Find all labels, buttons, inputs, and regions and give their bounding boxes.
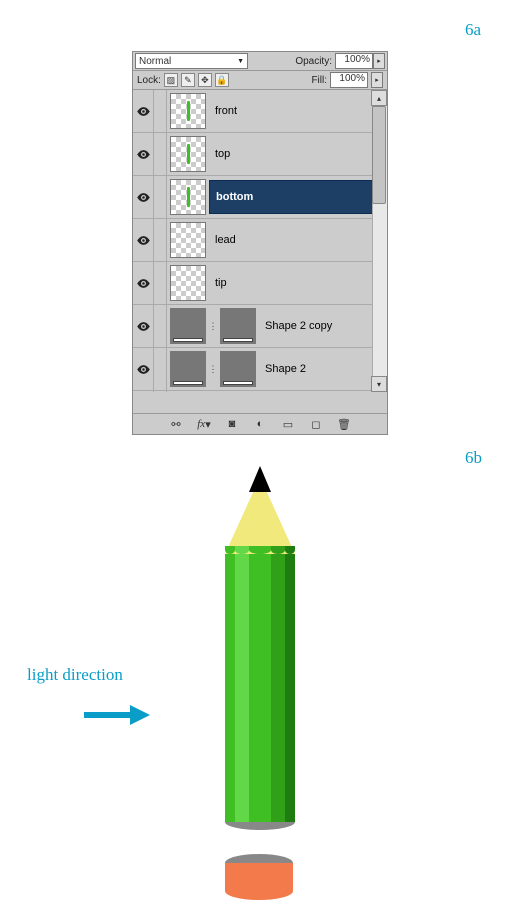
link-cell [154, 262, 167, 304]
fill-label: Fill: [311, 75, 327, 86]
layer-row[interactable]: tip [133, 262, 387, 305]
eye-icon [136, 362, 151, 377]
visibility-toggle[interactable] [133, 176, 154, 218]
opacity-input[interactable]: 100% [335, 53, 373, 69]
link-cell [154, 176, 167, 218]
scrollbar-thumb[interactable] [372, 106, 386, 204]
layer-name[interactable]: lead [209, 224, 387, 256]
layer-name[interactable]: tip [209, 267, 387, 299]
lock-pixels-button[interactable]: ✎ [181, 73, 195, 87]
eye-icon [136, 190, 151, 205]
eye-icon [136, 276, 151, 291]
lock-all-button[interactable]: 🔒 [215, 73, 229, 87]
pencil-illustration [218, 466, 302, 830]
visibility-toggle[interactable] [133, 305, 154, 347]
layer-row[interactable]: front [133, 90, 387, 133]
group-icon[interactable]: ▭ [281, 417, 295, 431]
eye-icon [136, 233, 151, 248]
layer-thumbnail[interactable] [170, 265, 206, 301]
opacity-label: Opacity: [295, 56, 332, 67]
scrollbar-track[interactable]: ▴ ▾ [372, 90, 387, 392]
layer-row[interactable] [133, 391, 387, 392]
layers-list: front top bottom lead tip [133, 90, 387, 392]
fill-flyout-button[interactable]: ▸ [371, 72, 383, 88]
layer-thumbnail[interactable] [170, 308, 206, 344]
layer-row[interactable]: top [133, 133, 387, 176]
link-cell [154, 348, 167, 390]
layer-row[interactable]: bottom [133, 176, 387, 219]
eraser-illustration [225, 854, 293, 900]
light-direction-label: light direction [27, 665, 123, 685]
new-layer-icon[interactable]: ◻ [309, 417, 323, 431]
layer-name[interactable]: top [209, 138, 387, 170]
visibility-toggle[interactable] [133, 348, 154, 390]
link-cell [154, 391, 167, 392]
fill-input[interactable]: 100% [330, 72, 368, 88]
lock-row: Lock: ▨ ✎ ✥ 🔒 Fill: 100% ▸ [133, 71, 387, 90]
visibility-toggle[interactable] [133, 219, 154, 261]
layer-name[interactable]: front [209, 95, 387, 127]
mask-link-icon[interactable]: ⋮ [209, 321, 217, 332]
pencil-scallop [225, 546, 295, 554]
link-layers-icon[interactable]: ⚯ [169, 417, 183, 431]
link-cell [154, 90, 167, 132]
eye-icon [136, 319, 151, 334]
layer-thumbnail[interactable] [170, 136, 206, 172]
step-label-6a: 6a [465, 20, 481, 40]
visibility-toggle[interactable] [133, 90, 154, 132]
layer-name[interactable]: Shape 2 [259, 353, 387, 385]
trash-icon[interactable]: 🗑 [337, 417, 351, 431]
opacity-flyout-button[interactable]: ▸ [373, 53, 385, 69]
panel-header-row: Normal ▼ Opacity: 100% ▸ [133, 52, 387, 71]
chevron-down-icon: ▼ [237, 58, 244, 65]
adjustment-icon[interactable]: ◐ [253, 417, 267, 431]
visibility-toggle[interactable] [133, 391, 154, 392]
layer-thumbnail[interactable] [170, 93, 206, 129]
step-label-6b: 6b [465, 448, 482, 468]
pencil-body [225, 554, 295, 822]
panel-footer: ⚯ fx▾ ◙ ◐ ▭ ◻ 🗑 [133, 413, 387, 434]
visibility-toggle[interactable] [133, 262, 154, 304]
lock-transparency-button[interactable]: ▨ [164, 73, 178, 87]
pencil-wood [225, 492, 295, 554]
visibility-toggle[interactable] [133, 133, 154, 175]
eye-icon [136, 147, 151, 162]
link-cell [154, 219, 167, 261]
vector-mask-thumbnail[interactable] [220, 308, 256, 344]
layer-row[interactable]: ⋮ Shape 2 [133, 348, 387, 391]
link-cell [154, 133, 167, 175]
mask-icon[interactable]: ◙ [225, 417, 239, 431]
lock-label: Lock: [137, 75, 161, 86]
eye-icon [136, 104, 151, 119]
pencil-lead [249, 466, 271, 492]
blend-mode-select[interactable]: Normal ▼ [135, 53, 248, 69]
layer-row[interactable]: lead [133, 219, 387, 262]
layer-thumbnail[interactable] [170, 351, 206, 387]
scroll-down-button[interactable]: ▾ [371, 376, 387, 392]
scroll-up-button[interactable]: ▴ [371, 90, 387, 106]
mask-link-icon[interactable]: ⋮ [209, 364, 217, 375]
fx-icon[interactable]: fx▾ [197, 417, 211, 431]
layer-name[interactable]: Shape 2 copy [259, 310, 387, 342]
layer-thumbnail[interactable] [170, 179, 206, 215]
layer-name[interactable]: bottom [209, 180, 387, 214]
layer-row[interactable]: ⋮ Shape 2 copy [133, 305, 387, 348]
lock-position-button[interactable]: ✥ [198, 73, 212, 87]
link-cell [154, 305, 167, 347]
layer-thumbnail[interactable] [170, 222, 206, 258]
blend-mode-value: Normal [139, 56, 171, 67]
vector-mask-thumbnail[interactable] [220, 351, 256, 387]
arrow-icon [82, 703, 152, 727]
layers-panel: Normal ▼ Opacity: 100% ▸ Lock: ▨ ✎ ✥ 🔒 F… [132, 51, 388, 435]
